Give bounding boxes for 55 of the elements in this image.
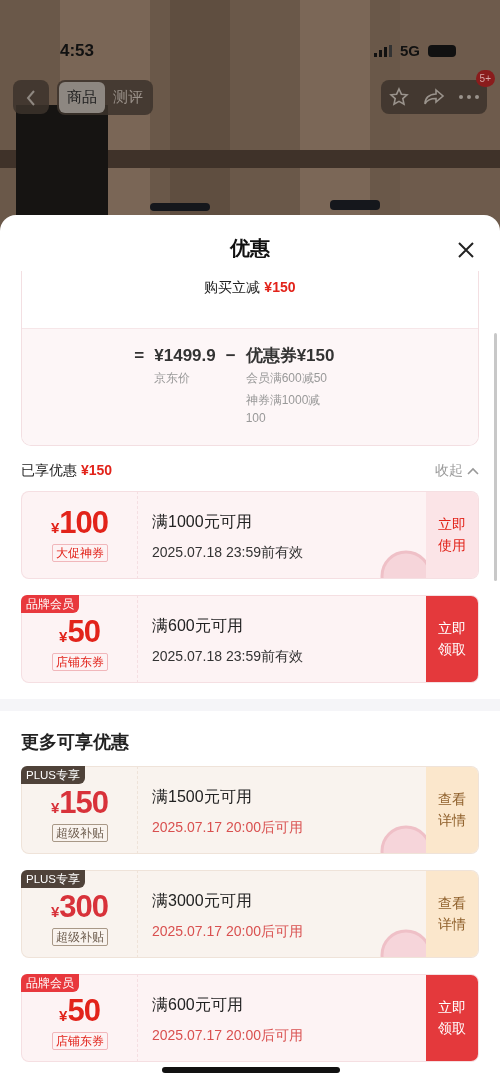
coupon-amount: ¥50 [59, 995, 100, 1028]
coupon-amount: ¥50 [59, 616, 100, 649]
battery-icon [428, 45, 456, 57]
coupon-type: 大促神券 [51, 543, 108, 562]
coupon-action-button[interactable]: 立即使用 [426, 491, 478, 578]
coupon-condition: 满3000元可用 [152, 890, 253, 911]
sheet-title: 优惠 [229, 236, 271, 261]
coupon-condition: 满1500元可用 [152, 786, 253, 807]
network-label: 5G [400, 40, 420, 61]
coupon-validity: 2025.07.17 20:00后可用 [152, 817, 304, 837]
equals-sign: = [134, 345, 145, 367]
coupon-type: 店铺东券 [51, 1031, 108, 1050]
scrollbar[interactable] [494, 333, 497, 581]
coupon-validity: 2025.07.18 23:59前有效 [152, 646, 304, 666]
share-icon[interactable] [423, 88, 445, 107]
coupon-validity: 2025.07.18 23:59前有效 [152, 542, 304, 562]
discount-detail: 神券满1000减100 [245, 391, 322, 427]
price-label: 京东价 [154, 369, 192, 387]
coupon-condition: 满600元可用 [152, 994, 244, 1015]
status-time: 4:53 [60, 40, 95, 63]
collapse-toggle[interactable]: 收起 [435, 459, 479, 481]
tab[interactable]: 商品 [59, 82, 105, 113]
section-title: 更多可享优惠 [20, 730, 130, 754]
coupon-type: 超级补贴 [51, 823, 108, 842]
coupon-type: 超级补贴 [51, 927, 108, 946]
coupon-condition: 满1000元可用 [152, 511, 253, 532]
back-button[interactable] [13, 80, 49, 115]
reduction-text: 购买立减 ¥150 [203, 278, 297, 297]
price-value: ¥1499.9 [154, 345, 216, 367]
tab[interactable]: 测评 [105, 82, 151, 113]
star-icon[interactable] [389, 87, 409, 108]
signal-icon [374, 45, 392, 57]
chevron-icon [467, 466, 479, 475]
coupon-action-button[interactable]: 查看详情 [426, 870, 478, 957]
coupon-amount: ¥300 [50, 891, 109, 924]
more-icon[interactable] [459, 95, 479, 100]
minus-sign: − [225, 345, 236, 367]
coupon-amount: ¥150 [50, 787, 109, 820]
collapse-label: 收起 [435, 461, 464, 478]
back-icon [26, 90, 36, 106]
discount-value: 优惠券¥150 [245, 345, 336, 367]
coupon-tag: PLUS专享 [21, 869, 86, 888]
discount-detail: 会员满600减50 [245, 369, 329, 387]
coupon-validity: 2025.07.17 20:00后可用 [152, 1025, 304, 1045]
coupon-tag: PLUS专享 [21, 765, 86, 784]
enjoyed-label: 已享优惠 ¥150 [21, 460, 113, 480]
coupon-tag: 品牌会员 [21, 973, 79, 992]
coupon-validity: 2025.07.17 20:00后可用 [152, 921, 304, 941]
coupon-condition: 满600元可用 [152, 615, 244, 636]
coupon-type: 店铺东券 [51, 652, 108, 671]
coupon-amount: ¥100 [50, 507, 109, 540]
coupon-action-button[interactable]: 查看详情 [426, 766, 478, 853]
coupon-action-button[interactable]: 立即领取 [426, 595, 478, 682]
coupon-tag: 品牌会员 [21, 594, 79, 613]
coupon-action-button[interactable]: 立即领取 [426, 974, 478, 1061]
